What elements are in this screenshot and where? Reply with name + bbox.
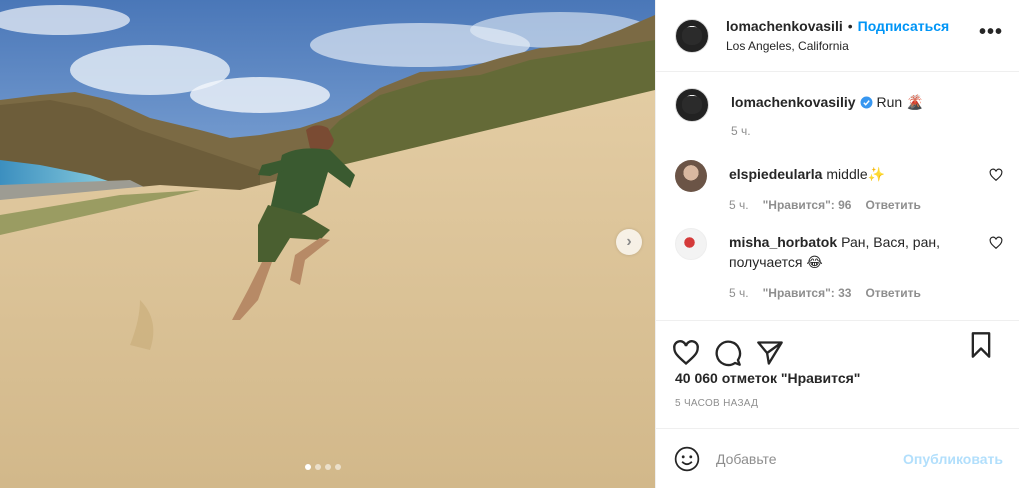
reply-button[interactable]: Ответить <box>865 286 920 300</box>
like-comment-heart-icon[interactable] <box>989 236 1003 250</box>
post-actions <box>656 321 1019 373</box>
like-comment-heart-icon[interactable] <box>989 168 1003 182</box>
publish-button[interactable]: Опубликовать <box>903 451 1003 467</box>
comment-item: elspiedeularla middle✨ 5 ч. "Нравится": 9… <box>675 160 1003 212</box>
beach-dune-photo <box>0 0 655 488</box>
share-icon[interactable] <box>756 339 784 367</box>
carousel-dot <box>335 464 341 470</box>
emoji-icon[interactable] <box>674 446 700 472</box>
caption-time[interactable]: 5 ч. <box>731 124 751 138</box>
comment-item: misha_horbatok Ран, Вася, ран, получается… <box>675 228 1003 300</box>
commenter-avatar[interactable] <box>675 160 707 192</box>
reply-button[interactable]: Ответить <box>865 198 920 212</box>
carousel-dot <box>315 464 321 470</box>
bookmark-icon[interactable] <box>967 331 995 359</box>
next-slide-button[interactable]: › <box>616 229 642 255</box>
caption-text: Run 🌋 <box>876 94 924 110</box>
comment-username[interactable]: elspiedeularla <box>729 166 822 182</box>
author-username[interactable]: lomachenkovasili <box>726 17 843 35</box>
post-header: lomachenkovasili • Подписаться Los Angel… <box>656 0 1019 72</box>
carousel-dot <box>325 464 331 470</box>
caption-avatar[interactable] <box>675 88 709 122</box>
post-photo[interactable]: › <box>0 0 655 488</box>
post-timestamp[interactable]: 5 ЧАСОВ НАЗАД <box>656 398 1019 428</box>
post-sidebar: lomachenkovasili • Подписаться Los Angel… <box>655 0 1019 488</box>
comment-time[interactable]: 5 ч. <box>729 286 749 300</box>
add-comment-bar: Опубликовать <box>656 428 1019 488</box>
comment-likes[interactable]: "Нравится": 96 <box>763 198 852 212</box>
verified-icon <box>860 96 872 109</box>
comment-username[interactable]: misha_horbatok <box>729 234 837 250</box>
carousel-dot <box>305 464 311 470</box>
comment-icon[interactable] <box>714 339 742 367</box>
heart-icon[interactable] <box>672 339 700 367</box>
author-avatar[interactable] <box>675 18 709 53</box>
comment-input[interactable] <box>716 450 904 467</box>
comment-likes[interactable]: "Нравится": 33 <box>763 286 852 300</box>
caption: lomachenkovasiliy Run 🌋 5 ч. <box>675 88 1003 138</box>
chevron-right-icon: › <box>626 233 632 250</box>
instagram-post: › lomachenkovasili • Подписаться Los Ang… <box>0 0 1019 488</box>
comment-text: middle✨ <box>826 166 886 182</box>
commenter-avatar[interactable] <box>675 228 707 260</box>
comment-time[interactable]: 5 ч. <box>729 198 749 212</box>
carousel-indicator <box>305 464 341 470</box>
comments-section: lomachenkovasiliy Run 🌋 5 ч. elspiedeular… <box>656 72 1019 321</box>
caption-username[interactable]: lomachenkovasiliy <box>731 94 856 110</box>
follow-button[interactable]: Подписаться <box>858 17 950 35</box>
more-options-icon[interactable]: ••• <box>979 22 1003 42</box>
header-separator: • <box>847 17 853 34</box>
post-location[interactable]: Los Angeles, California <box>726 37 949 55</box>
